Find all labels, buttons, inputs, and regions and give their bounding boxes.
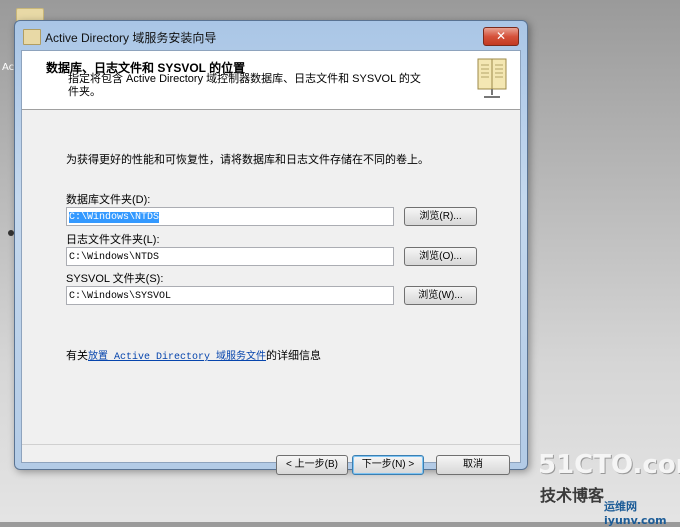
wizard-window: Active Directory 域服务安装向导 ✕ 数据库、日志文件和 SYS…: [14, 20, 528, 475]
more-info-text: 有关放置 Active Directory 域服务文件的详细信息: [66, 347, 321, 363]
close-button[interactable]: ✕: [483, 27, 519, 46]
wizard-header: 数据库、日志文件和 SYSVOL 的位置 指定将包含 Active Direct…: [22, 51, 520, 110]
title-bar[interactable]: Active Directory 域服务安装向导 ✕: [15, 21, 527, 51]
more-info-link[interactable]: 放置 Active Directory 域服务文件: [88, 352, 266, 363]
watermark-51cto: 51CTO.com: [538, 450, 680, 480]
sysvol-folder-input[interactable]: C:\Windows\SYSVOL: [66, 286, 394, 305]
book-icon: [477, 58, 507, 98]
log-folder-input[interactable]: C:\Windows\NTDS: [66, 247, 394, 266]
page-subtitle: 指定将包含 Active Directory 域控制器数据库、日志文件和 SYS…: [68, 73, 421, 98]
back-button[interactable]: < 上一步(B): [276, 455, 348, 475]
log-folder-value: C:\Windows\NTDS: [69, 252, 160, 263]
wizard-client-area: 数据库、日志文件和 SYSVOL 的位置 指定将包含 Active Direct…: [21, 50, 521, 475]
close-icon: ✕: [495, 29, 507, 43]
next-button[interactable]: 下一步(N) >: [352, 455, 424, 475]
intro-text: 为获得更好的性能和可恢复性，请将数据库和日志文件存储在不同的卷上。: [66, 154, 429, 166]
watermark-iyunv: 运维网 iyunv.com: [604, 500, 667, 527]
watermark-blog: 技术博客: [540, 486, 605, 505]
database-folder-value: C:\Windows\NTDS: [69, 212, 160, 223]
sysvol-folder-value: C:\Windows\SYSVOL: [69, 291, 172, 302]
log-folder-label: 日志文件文件夹(L):: [66, 234, 160, 246]
more-info-suffix: 的详细信息: [266, 350, 322, 362]
browse-database-button[interactable]: 浏览(R)...: [404, 207, 477, 226]
browse-log-button[interactable]: 浏览(O)...: [404, 247, 477, 266]
database-folder-label: 数据库文件夹(D):: [66, 194, 151, 206]
more-info-prefix: 有关: [66, 350, 88, 362]
desktop-label: Ac: [2, 62, 15, 73]
window-title: Active Directory 域服务安装向导: [45, 31, 217, 45]
browse-sysvol-button[interactable]: 浏览(W)...: [404, 286, 477, 305]
app-icon: [23, 29, 41, 45]
cancel-button[interactable]: 取消: [436, 455, 510, 475]
footer-divider: [22, 444, 520, 445]
sysvol-folder-label: SYSVOL 文件夹(S):: [66, 273, 164, 285]
database-folder-input[interactable]: C:\Windows\NTDS: [66, 207, 394, 226]
